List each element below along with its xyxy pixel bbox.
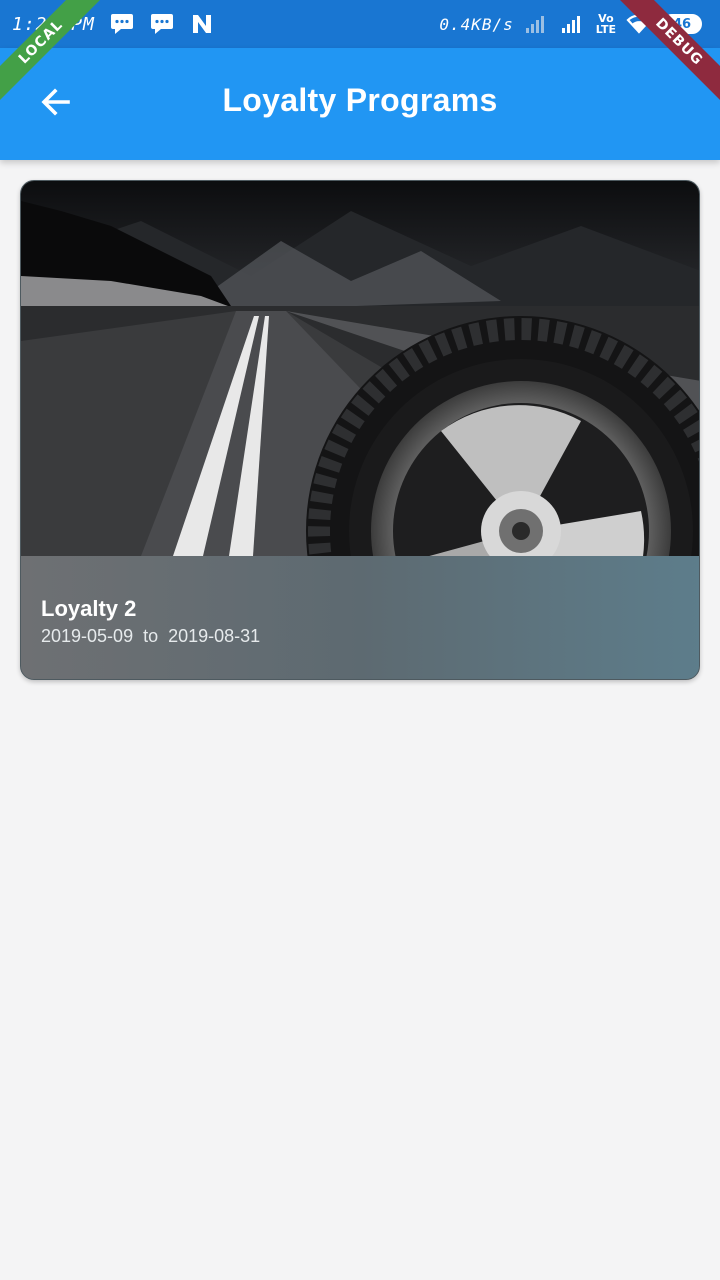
message-icon (149, 13, 175, 35)
end-date: 2019-08-31 (168, 626, 261, 646)
signal-icon (560, 13, 586, 35)
start-date: 2019-05-09 (41, 626, 134, 646)
program-dates: 2019-05-09 to 2019-08-31 (41, 626, 681, 647)
page-title: Loyalty Programs (222, 82, 498, 118)
message-icon (109, 13, 135, 35)
loyalty-program-card[interactable]: Loyalty 2 2019-05-09 to 2019-08-31 (20, 180, 700, 680)
status-bar: 1:28 PM 0.4KB/s Vo LTE 46 (0, 0, 720, 48)
volte-indicator: Vo LTE (596, 13, 616, 35)
date-separator: to (143, 626, 159, 646)
n-app-icon (189, 13, 215, 35)
volte-bottom: LTE (595, 23, 616, 36)
signal-icon (524, 13, 550, 35)
app-bar: Loyalty Programs (0, 48, 720, 160)
program-name: Loyalty 2 (41, 596, 137, 621)
card-footer: Loyalty 2 2019-05-09 to 2019-08-31 (21, 556, 699, 679)
tyre-on-road-image (21, 181, 699, 556)
network-speed: 0.4KB/s (439, 14, 514, 34)
